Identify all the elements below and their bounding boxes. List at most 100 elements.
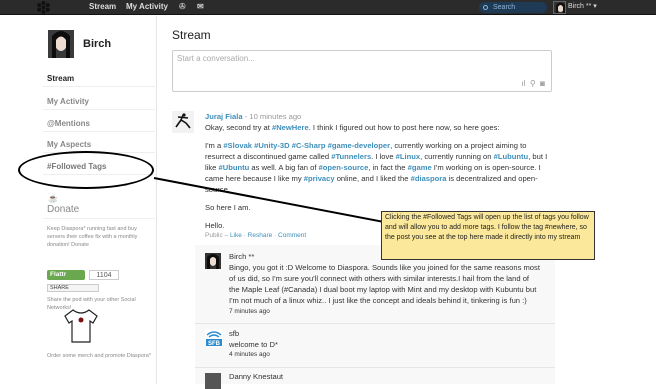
post-text-line: resurrect a discontinued game called #Tu… [205,151,547,162]
post-author-name[interactable]: Juraj Fiala [205,112,243,121]
hashtag-link[interactable]: #Linux [396,152,420,161]
sidebar-item-my-activity[interactable]: My Activity [47,97,89,106]
comment-avatar-sfb[interactable]: SFB [205,329,223,347]
post-timestamp[interactable]: - 10 minutes ago [245,112,302,121]
flattr-button[interactable]: Flattr [47,270,85,280]
search-input[interactable]: Search [479,2,547,13]
left-sidebar: Birch Stream My Activity @Mentions My As… [43,16,157,384]
divider [43,109,155,110]
hashtag-link[interactable]: #privacy [304,174,335,183]
comment-author[interactable]: Birch ** [229,251,254,262]
comment-line: of us did, so I'm sure you'll connect wi… [229,274,530,283]
divider [43,86,155,87]
text: online, and I liked the [334,174,411,183]
text: , currently running on [420,152,494,161]
coffee-cup-icon: ☕ [48,194,58,203]
nav-stream-link[interactable]: Stream [89,2,116,11]
nav-my-activity-link[interactable]: My Activity [126,2,168,11]
search-placeholder: Search [493,4,516,11]
comment-line: Bingo, you got it :D Welcome to Diaspora… [229,263,540,272]
text: resurrect a discontinued game called [205,152,332,161]
composer-placeholder: Start a conversation... [177,54,255,63]
post-text-line: came here because I like my #privacy onl… [205,173,538,184]
sidebar-item-my-aspects[interactable]: My Aspects [47,140,91,149]
post-actions: Public – Like · Reshare · Comment [205,230,306,241]
user-menu-dropdown[interactable]: Birch ** ▾ [568,2,597,10]
comment-avatar[interactable] [205,373,221,389]
donate-heading: Donate [47,204,80,215]
comment-link[interactable]: Comment [278,232,306,239]
hashtag-link[interactable]: #Ubuntu [219,163,250,172]
camera-icon[interactable]: ◙ [540,79,545,88]
post-text-line: So here I am. [205,203,251,212]
hashtag-link[interactable]: #Tunnelers [331,152,371,161]
publisher-textarea[interactable]: Start a conversation... ıl ⚲ ◙ [172,50,552,92]
comment-timestamp[interactable]: 7 minutes ago [229,306,270,317]
comment-avatar[interactable] [205,253,221,269]
divider [43,218,155,219]
text: , currently working on a project aiming … [390,141,527,150]
comment-line: I'm not much of a linux whiz.. I just li… [229,296,527,305]
sidebar-item-stream[interactable]: Stream [47,74,74,83]
flattr-count: 1104 [89,270,119,280]
post-text-line: like #Ubuntu as well. A big fan of #open… [205,162,541,173]
text: Okay, second try at [205,123,272,132]
donate-text: Keep Diaspora* running fast and buy serv… [47,226,138,248]
location-icon[interactable]: ⚲ [530,79,536,88]
composer-tools: ıl ⚲ ◙ [521,79,545,88]
hashtag-link[interactable]: #game [408,163,432,172]
text: as well. A big fan of [249,163,319,172]
svg-text:SFB: SFB [208,341,221,347]
hashtag-link[interactable]: #diaspora [411,174,447,183]
hashtag-link[interactable]: #Unity-3D [254,141,289,150]
text: I'm a [205,141,224,150]
top-bar: Stream My Activity ✇ ✉ Search Birch ** ▾ [0,0,656,15]
sidebar-item-mentions[interactable]: @Mentions [47,119,90,128]
post-text-line: source. [205,185,230,194]
post-text-line: Okay, second try at #NewHere. I think I … [205,122,500,133]
divider [195,367,555,368]
share-button[interactable]: SHARE [47,284,99,292]
divider [195,323,555,324]
hashtag-link[interactable]: #open-source [319,163,369,172]
text: I'm working on is open-source. I [431,163,541,172]
hashtag-link[interactable]: #NewHere [272,123,309,132]
conversations-mail-icon[interactable]: ✉ [197,2,204,11]
text: like [205,163,219,172]
text: . I love [371,152,396,161]
user-avatar[interactable] [553,1,566,14]
comment-text: Bingo, you got it :D Welcome to Diaspora… [229,262,551,306]
annotation-callout: Clicking the #Followed Tags will open up… [381,211,595,260]
text: , in fact the [368,163,408,172]
comments-section: Birch ** Bingo, you got it :D Welcome to… [195,245,555,389]
merch-text: Order some merch and promote Diaspora* [47,353,151,359]
visibility-label: Public – [205,232,230,239]
diaspora-logo-icon[interactable] [37,1,50,14]
post-header: Juraj Fiala - 10 minutes ago [205,111,301,122]
text: , but I [528,152,548,161]
divider [43,131,155,132]
search-icon [483,5,488,10]
poll-icon[interactable]: ıl [521,79,525,88]
notifications-icon[interactable]: ✇ [179,2,186,11]
post-text-line: I'm a #Slovak #Unity-3D #C-Sharp #game-d… [205,140,557,151]
comment-timestamp[interactable]: 4 minutes ago [229,349,270,360]
profile-avatar[interactable] [48,30,74,58]
text: came here because I like my [205,174,304,183]
comment-line: the Maple Leaf (#Canada) I dual boot my … [229,285,537,294]
page-title: Stream [172,28,211,42]
like-link[interactable]: Like [230,232,242,239]
highlight-ellipse [18,151,154,189]
hashtag-link[interactable]: #C-Sharp [292,141,326,150]
comment-author[interactable]: sfb [229,328,239,339]
hashtag-link[interactable]: #Lubuntu [494,152,529,161]
profile-name[interactable]: Birch [83,38,111,50]
hashtag-link[interactable]: #game-developer [328,141,390,150]
text: . I think I figured out how to post here… [308,123,500,132]
post-author-avatar[interactable] [172,111,194,133]
tshirt-merch-image[interactable] [61,308,101,346]
comment-author[interactable]: Danny Knestaut [229,371,283,382]
text: is decentralized and open- [446,174,538,183]
hashtag-link[interactable]: #Slovak [223,141,252,150]
reshare-link[interactable]: Reshare [248,232,273,239]
